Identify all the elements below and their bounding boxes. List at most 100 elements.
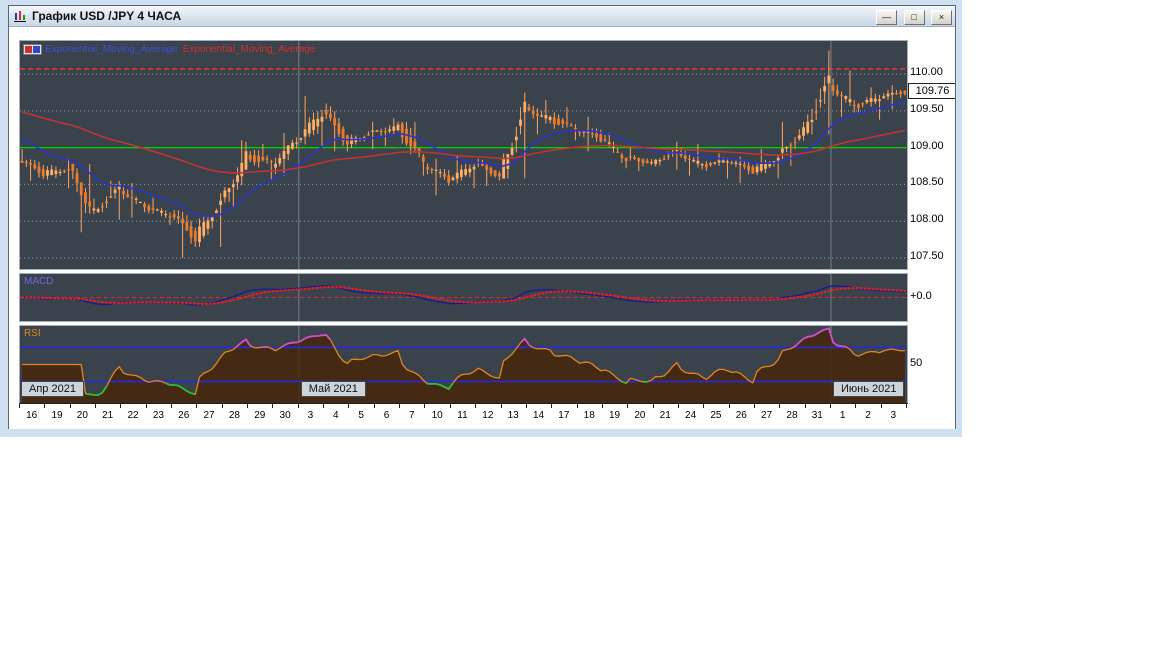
month-marker: Апр 2021: [21, 381, 84, 397]
close-icon: ×: [939, 12, 944, 22]
time-axis-label: 20: [70, 410, 94, 421]
time-axis-tick: [44, 404, 45, 408]
time-axis-label: 17: [552, 410, 576, 421]
time-axis-label: 19: [603, 410, 627, 421]
window-controls: — □ ×: [874, 7, 952, 25]
time-axis-label: 19: [45, 410, 69, 421]
time-axis-tick: [399, 404, 400, 408]
ema-red-swatch-icon: [25, 46, 32, 53]
time-axis-label: 28: [222, 410, 246, 421]
time-axis-tick: [830, 404, 831, 408]
time-axis-label: 4: [324, 410, 348, 421]
chart-icon: [12, 9, 28, 23]
current-price-tag: 109.76: [908, 83, 955, 99]
month-marker: Май 2021: [301, 381, 366, 397]
price-axis-label: 107.50: [910, 250, 944, 262]
time-axis-tick: [881, 404, 882, 408]
ema-blue-swatch-icon: [33, 46, 40, 53]
time-axis-label: 27: [197, 410, 221, 421]
time-axis-tick: [196, 404, 197, 408]
maximize-button[interactable]: □: [904, 10, 925, 25]
rsi-panel[interactable]: RSI: [19, 325, 908, 404]
time-axis-tick: [754, 404, 755, 408]
macd-zero-label: +0.0: [910, 290, 932, 302]
time-axis-tick: [779, 404, 780, 408]
window-title: График USD /JPY 4 ЧАСА: [32, 9, 874, 23]
time-axis-tick: [222, 404, 223, 408]
time-axis-label: 3: [881, 410, 905, 421]
time-axis-tick: [526, 404, 527, 408]
time-axis-tick: [653, 404, 654, 408]
price-axis-label: 108.00: [910, 213, 944, 225]
rsi-label: RSI: [24, 328, 41, 339]
time-axis-label: 10: [425, 410, 449, 421]
time-axis-tick: [627, 404, 628, 408]
time-axis-tick: [906, 404, 907, 408]
macd-chart[interactable]: [20, 274, 907, 321]
time-axis-label: 7: [400, 410, 424, 421]
rsi-level-label: 50: [910, 357, 922, 369]
time-axis-label: 24: [679, 410, 703, 421]
time-axis-label: 2: [856, 410, 880, 421]
price-axis-label: 109.00: [910, 140, 944, 152]
time-axis-label: 27: [755, 410, 779, 421]
time-axis-label: 26: [172, 410, 196, 421]
price-panel[interactable]: Exponential_Moving_Average Exponential_M…: [19, 40, 908, 270]
close-button[interactable]: ×: [931, 10, 952, 25]
price-axis-label: 108.50: [910, 176, 944, 188]
minimize-icon: —: [882, 12, 891, 22]
time-axis-tick: [729, 404, 730, 408]
time-axis-label: 5: [349, 410, 373, 421]
time-axis-tick: [703, 404, 704, 408]
time-axis-label: 26: [729, 410, 753, 421]
time-axis-label: 12: [476, 410, 500, 421]
time-axis-tick: [602, 404, 603, 408]
indicator-legend: Exponential_Moving_Average Exponential_M…: [23, 44, 320, 55]
time-axis-label: 18: [577, 410, 601, 421]
time-axis-label: 21: [96, 410, 120, 421]
time-axis-label: 16: [20, 410, 44, 421]
time-axis-tick: [146, 404, 147, 408]
page: График USD /JPY 4 ЧАСА — □ × Exponential…: [0, 0, 1152, 648]
price-axis-label: 109.50: [910, 103, 944, 115]
time-axis-label: 14: [527, 410, 551, 421]
maximize-icon: □: [911, 12, 916, 22]
time-axis-tick: [855, 404, 856, 408]
time-axis-tick: [171, 404, 172, 408]
macd-panel[interactable]: MACD: [19, 273, 908, 322]
time-axis-label: 13: [501, 410, 525, 421]
time-axis-tick: [805, 404, 806, 408]
time-axis-tick: [374, 404, 375, 408]
time-axis-tick: [475, 404, 476, 408]
price-chart[interactable]: [20, 41, 907, 269]
month-marker: Июнь 2021: [833, 381, 905, 397]
time-axis-tick: [678, 404, 679, 408]
time-axis-tick: [70, 404, 71, 408]
legend-swatches: [23, 44, 42, 55]
ema-legend-label: Exponential_Moving_Average: [183, 44, 316, 55]
macd-label: MACD: [24, 276, 53, 287]
time-axis-tick: [551, 404, 552, 408]
minimize-button[interactable]: —: [876, 10, 897, 25]
time-axis-label: 28: [780, 410, 804, 421]
ema-legend-label: Exponential_Moving_Average: [45, 44, 178, 55]
time-axis-tick: [450, 404, 451, 408]
time-axis-label: 22: [121, 410, 145, 421]
time-axis-label: 3: [298, 410, 322, 421]
time-axis-tick: [323, 404, 324, 408]
time-axis-tick: [247, 404, 248, 408]
rsi-chart[interactable]: [20, 326, 907, 403]
window-titlebar[interactable]: График USD /JPY 4 ЧАСА — □ ×: [9, 6, 955, 27]
time-axis-tick: [577, 404, 578, 408]
time-axis-label: 29: [248, 410, 272, 421]
time-axis-label: 20: [628, 410, 652, 421]
price-axis-label: 110.00: [910, 66, 943, 78]
time-axis-label: 25: [704, 410, 728, 421]
time-axis-label: 30: [273, 410, 297, 421]
desktop-workspace: График USD /JPY 4 ЧАСА — □ × Exponential…: [0, 0, 962, 437]
time-axis-tick: [298, 404, 299, 408]
chart-client-area: Exponential_Moving_Average Exponential_M…: [9, 27, 955, 429]
time-axis-tick: [272, 404, 273, 408]
time-axis-label: 11: [451, 410, 475, 421]
time-axis-tick: [120, 404, 121, 408]
